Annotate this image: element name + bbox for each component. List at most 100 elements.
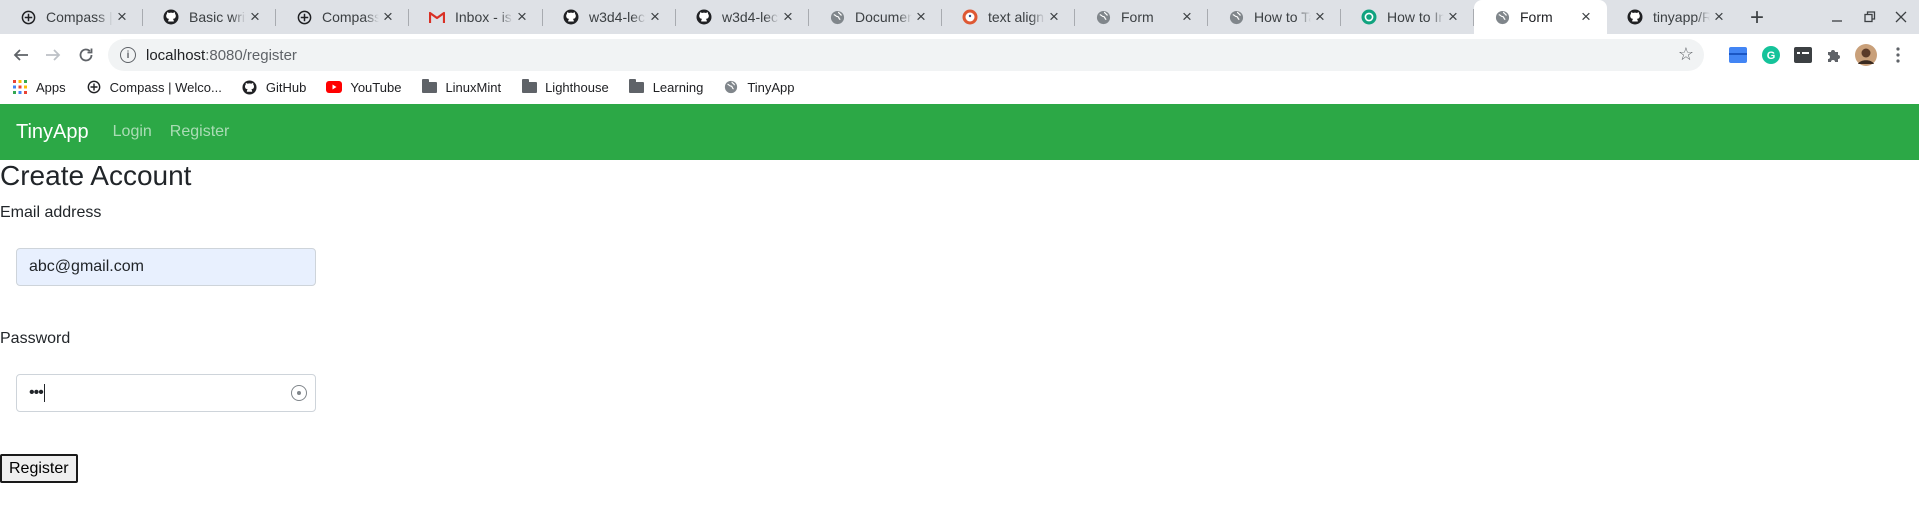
tab[interactable]: Document × [809,0,942,34]
gmail-icon [429,9,445,25]
github-icon [242,79,258,95]
bookmark-star-icon[interactable]: ☆ [1678,44,1694,65]
tab-title: Basic writing and formatting [189,9,246,25]
nav-link-login[interactable]: Login [113,123,152,141]
tab[interactable]: Basic writing and formatting × [143,0,276,34]
tab[interactable]: Compass | TinyApp × [276,0,409,34]
tab-title: Form [1520,9,1553,25]
bookmark-folder-linuxmint[interactable]: LinuxMint [421,73,501,101]
bookmark-label: Apps [36,79,66,95]
bookmark-apps[interactable]: Apps [12,73,66,101]
tab[interactable]: w3d4-lecture × [676,0,809,34]
tab-title: Compass | Student [46,9,113,25]
email-value: abc@gmail.com [29,258,144,275]
tab[interactable]: text align to center × [942,0,1075,34]
close-icon[interactable]: × [1178,7,1196,26]
tab-strip: Compass | Student × Basic writing and fo… [0,0,1919,34]
close-icon[interactable]: × [1311,7,1329,26]
reload-icon[interactable] [72,41,100,69]
duckduckgo-icon [962,9,978,25]
close-icon[interactable]: × [646,7,664,26]
address-bar[interactable]: i localhost:8080/register ☆ [108,39,1704,71]
bookmarks-bar: Apps Compass | Welco... GitHub YouTube L… [0,73,1919,101]
password-label: Password [0,330,71,347]
bookmark-folder-lighthouse[interactable]: Lighthouse [521,73,609,101]
bookmark-label: LinuxMint [445,79,502,95]
folder-icon [521,78,537,95]
bookmark-label: Compass | Welco... [109,79,222,95]
bookmark-github[interactable]: GitHub [242,73,306,101]
compass-icon [296,9,312,25]
close-window-icon[interactable] [1883,0,1919,34]
site-info-icon[interactable]: i [120,47,136,63]
github-icon [563,9,579,25]
avatar[interactable] [1854,43,1878,67]
register-button[interactable]: Register [0,454,78,483]
extension-dark-icon[interactable] [1791,43,1815,67]
tab[interactable]: How to Install × [1341,0,1474,34]
tab-title: w3d4-lecture [589,9,646,25]
address-url: localhost:8080/register [146,46,297,64]
minimize-icon[interactable] [1819,0,1855,34]
close-icon[interactable]: × [379,7,397,26]
bookmark-compass[interactable]: Compass | Welco... [86,73,222,101]
tab-title: w3d4-lecture [722,9,779,25]
globe-icon [723,79,739,95]
forward-icon[interactable] [39,41,67,69]
close-icon[interactable]: × [912,7,930,26]
tab[interactable]: tinyapp/README × [1607,0,1740,34]
nav-link-register[interactable]: Register [170,123,230,141]
folder-icon [421,78,437,95]
extensions-puzzle-icon[interactable] [1822,43,1846,67]
close-icon[interactable]: × [246,7,264,26]
youtube-icon [326,79,343,95]
tab-title: Inbox - ishpreet [455,9,513,25]
tab[interactable]: Inbox - ishpreet × [409,0,543,34]
tab-title: Compass | TinyApp [322,9,379,25]
github-icon [163,9,179,25]
tab-active[interactable]: Form × [1474,0,1607,34]
tab[interactable]: Form × [1075,0,1208,34]
tab-title: tinyapp/README [1653,9,1710,25]
tab[interactable]: w3d4-lecture × [543,0,676,34]
password-field[interactable]: ••• [16,374,316,412]
github-icon [1627,9,1643,25]
close-icon[interactable]: × [113,7,131,26]
menu-kebab-icon[interactable] [1886,43,1910,67]
browser-window: Compass | Student × Basic writing and fo… [0,0,1919,520]
navbar-brand[interactable]: TinyApp [16,121,89,144]
tab[interactable]: How to Take × [1208,0,1341,34]
svg-text:G: G [1767,50,1776,62]
bookmark-label: TinyApp [747,79,795,95]
bookmark-label: Learning [652,79,704,95]
close-icon[interactable]: × [779,7,797,26]
bookmark-tinyapp[interactable]: TinyApp [723,73,795,101]
password-value: ••• [29,384,44,401]
password-key-icon[interactable] [291,385,307,401]
tab-title: How to Take [1254,9,1311,25]
close-icon[interactable]: × [1045,7,1063,26]
bookmark-label: Lighthouse [545,79,609,95]
back-icon[interactable] [7,41,35,69]
bookmark-label: GitHub [265,79,307,95]
close-icon[interactable]: × [1577,7,1595,26]
globe-icon [1228,9,1244,25]
apps-grid-icon [12,79,28,95]
close-icon[interactable]: × [513,7,531,26]
extension-blue-icon[interactable] [1726,43,1750,67]
compass-icon [20,9,36,25]
close-icon[interactable]: × [1710,7,1728,26]
close-icon[interactable]: × [1444,7,1462,26]
tab-title: text align to center [988,9,1045,25]
bookmark-folder-learning[interactable]: Learning [629,73,704,101]
bookmark-youtube[interactable]: YouTube [326,73,401,101]
openai-icon [1361,9,1377,25]
tab-title: How to Install [1387,9,1444,25]
email-field[interactable]: abc@gmail.com [16,248,316,286]
bookmark-label: YouTube [350,79,402,95]
tab[interactable]: Compass | Student × [0,0,143,34]
grammarly-icon[interactable]: G [1759,43,1783,67]
github-icon [696,9,712,25]
new-tab-button[interactable]: + [1743,4,1771,32]
compass-icon [86,79,102,95]
